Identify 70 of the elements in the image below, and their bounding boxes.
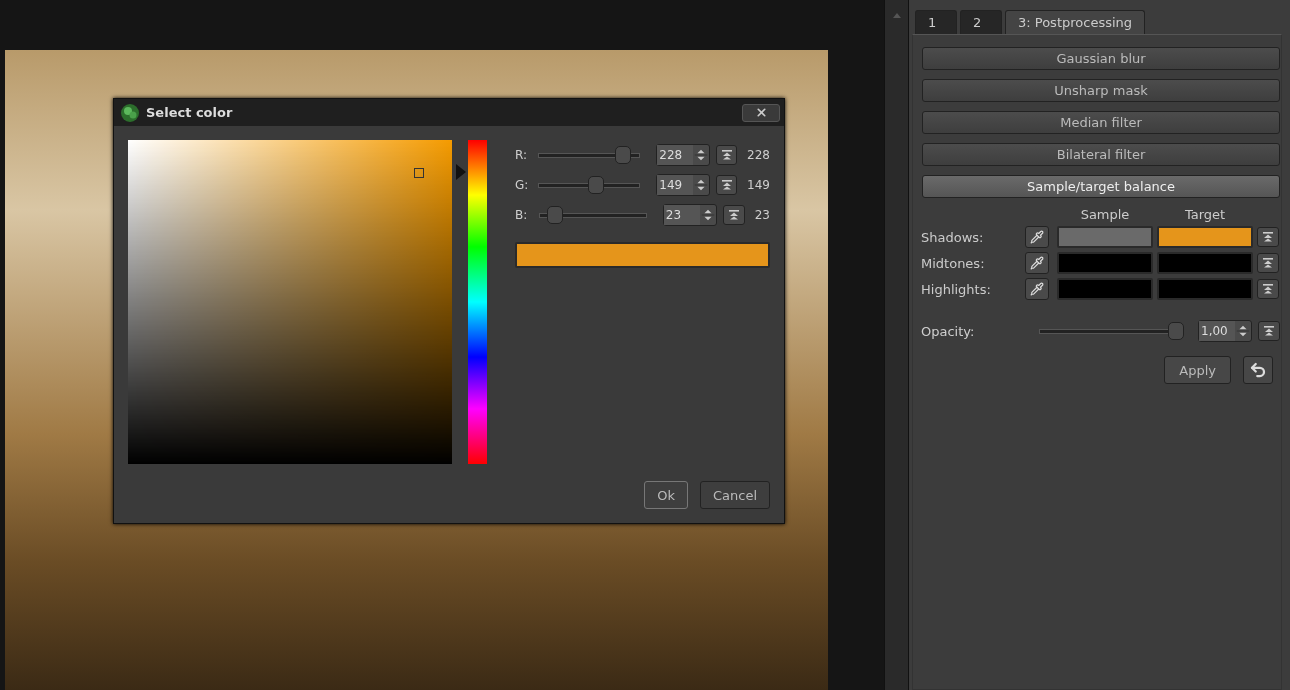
reset-button[interactable] — [1257, 279, 1279, 299]
filter-button[interactable]: Sample/target balance — [922, 175, 1280, 198]
app-logo-icon — [120, 102, 140, 123]
channel-spinbox[interactable]: 228 — [656, 144, 711, 166]
color-swatch[interactable] — [1057, 278, 1153, 300]
channel-reading: 23 — [754, 208, 770, 222]
opacity-spinbox[interactable]: 1,00 — [1198, 320, 1252, 342]
filter-button[interactable]: Median filter — [922, 111, 1280, 134]
eyedropper-button[interactable] — [1025, 226, 1049, 248]
close-icon — [754, 106, 768, 119]
reset-button[interactable] — [1258, 321, 1280, 341]
undo-icon — [1249, 361, 1267, 379]
filter-button[interactable]: Unsharp mask — [922, 79, 1280, 102]
row-label: Highlights: — [921, 281, 992, 297]
color-swatch[interactable] — [1057, 226, 1153, 248]
apply-button[interactable]: Apply — [1164, 356, 1231, 384]
color-swatch[interactable] — [1157, 252, 1253, 274]
color-swatch[interactable] — [1157, 226, 1253, 248]
reset-button[interactable] — [722, 205, 745, 225]
channel-label: G: — [515, 178, 530, 192]
channel-label: B: — [515, 208, 529, 222]
undo-button[interactable] — [1243, 356, 1273, 384]
column-header: Target — [1183, 207, 1227, 222]
channel-spinbox[interactable]: 149 — [656, 174, 711, 196]
close-button[interactable] — [742, 103, 780, 122]
slider-thumb[interactable] — [614, 146, 631, 164]
color-swatch[interactable] — [1157, 278, 1253, 300]
filter-button[interactable]: Gaussian blur — [922, 47, 1280, 70]
slider-thumb[interactable] — [547, 206, 564, 224]
channel-slider[interactable] — [538, 205, 647, 225]
tab[interactable]: 3: Postprocessing — [1005, 10, 1146, 34]
reset-button[interactable] — [1257, 227, 1279, 247]
hue-bar[interactable] — [468, 140, 487, 464]
tab[interactable]: 2 — [960, 10, 1002, 34]
reset-icon — [1262, 257, 1274, 269]
picker-marker[interactable] — [414, 168, 424, 178]
reset-icon — [1263, 325, 1275, 337]
eyedropper-icon — [1030, 282, 1044, 296]
row-label: Midtones: — [921, 255, 986, 271]
opacity-label: Opacity: — [921, 323, 976, 339]
channel-label: R: — [515, 148, 528, 162]
dialog-button[interactable]: Cancel — [699, 481, 770, 509]
eyedropper-icon — [1030, 256, 1044, 270]
reset-button[interactable] — [1257, 253, 1279, 273]
channel-reading: 228 — [747, 148, 770, 162]
reset-icon — [1262, 231, 1274, 243]
channel-reading: 149 — [747, 178, 770, 192]
channel-slider[interactable] — [537, 175, 641, 195]
reset-icon — [1262, 283, 1274, 295]
reset-icon — [720, 149, 733, 161]
tab[interactable]: 1 — [915, 10, 957, 34]
dialog-button[interactable]: Ok — [644, 481, 688, 509]
reset-icon — [720, 179, 733, 191]
reset-button[interactable] — [716, 175, 738, 195]
channel-slider[interactable] — [537, 145, 641, 165]
saturation-value-field[interactable] — [128, 140, 453, 464]
slider-thumb[interactable] — [588, 176, 604, 194]
slider-thumb[interactable] — [1168, 322, 1184, 340]
color-swatch[interactable] — [1057, 252, 1153, 274]
eyedropper-icon — [1030, 230, 1044, 244]
opacity-slider[interactable] — [1039, 321, 1184, 341]
dialog-title: Select color — [146, 105, 234, 120]
eyedropper-button[interactable] — [1025, 278, 1049, 300]
reset-button[interactable] — [716, 145, 738, 165]
reset-icon — [727, 209, 740, 221]
row-label: Shadows: — [921, 229, 985, 245]
filter-button[interactable]: Bilateral filter — [922, 143, 1280, 166]
eyedropper-button[interactable] — [1025, 252, 1049, 274]
column-header: Sample — [1079, 207, 1131, 222]
channel-spinbox[interactable]: 23 — [662, 204, 717, 226]
